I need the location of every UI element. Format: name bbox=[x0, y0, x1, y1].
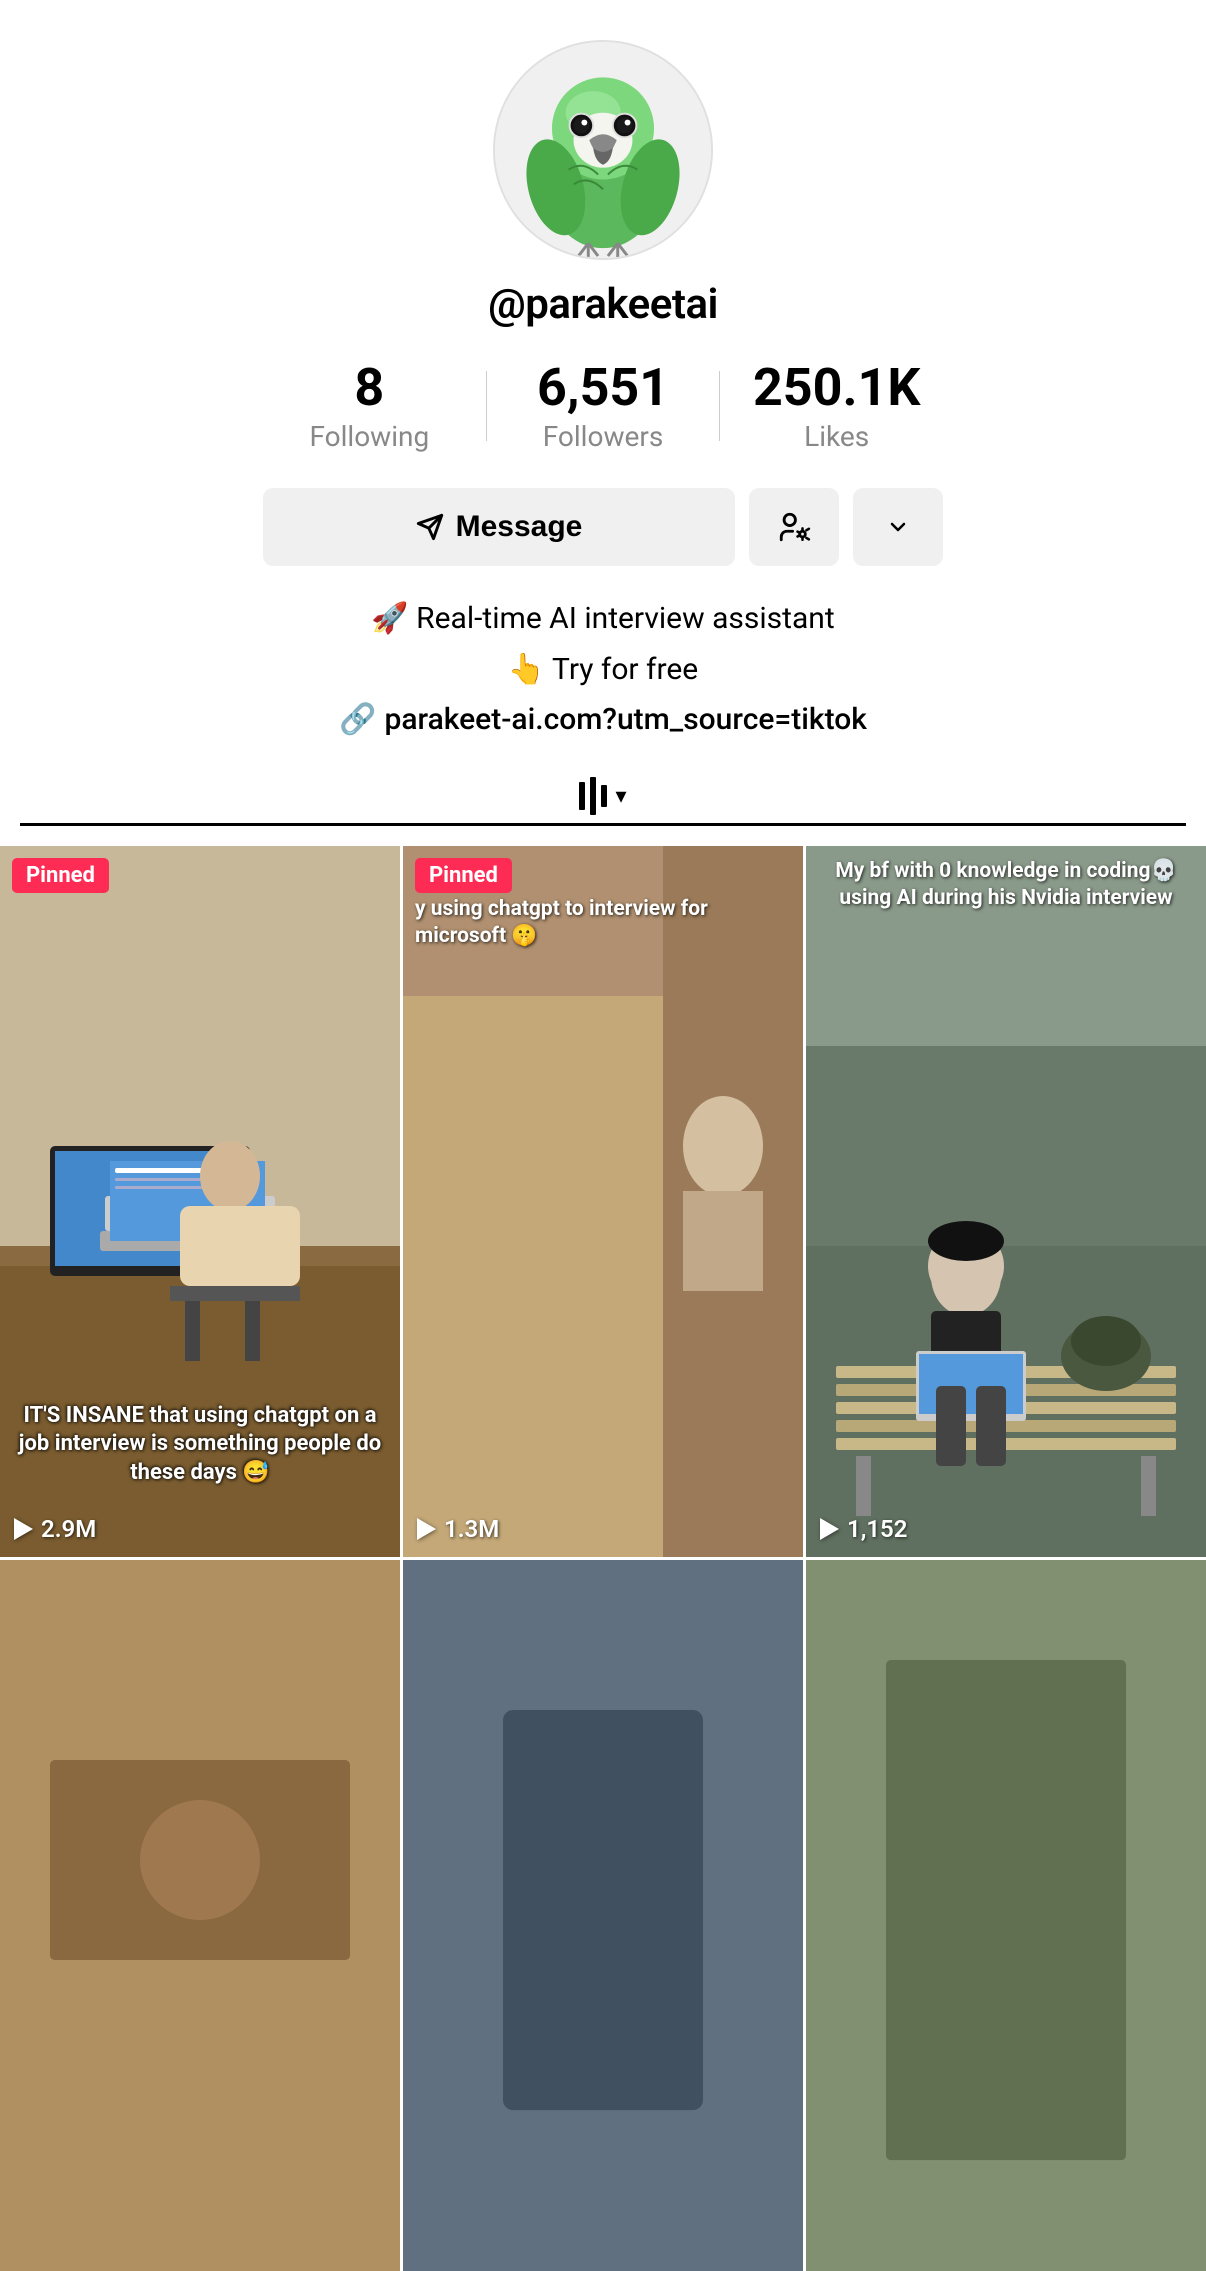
avatar[interactable] bbox=[493, 40, 713, 260]
following-count: 8 bbox=[354, 359, 384, 416]
video-item-6[interactable] bbox=[806, 1560, 1206, 2271]
play-icon-1 bbox=[14, 1518, 33, 1540]
video-item-2[interactable]: Pinned y using chatgpt to interview for … bbox=[403, 846, 803, 1557]
video-caption-3: My bf with 0 knowledge in coding💀 using … bbox=[818, 858, 1194, 913]
action-buttons: Message bbox=[263, 488, 943, 566]
bar-2 bbox=[590, 777, 596, 815]
bio-section: 🚀 Real-time AI interview assistant 👆 Try… bbox=[309, 596, 897, 737]
play-icon-3 bbox=[820, 1518, 839, 1540]
more-options-button[interactable] bbox=[853, 488, 943, 566]
tab-bar: ▾ bbox=[20, 757, 1186, 826]
follow-settings-button[interactable] bbox=[749, 488, 839, 566]
bar-3 bbox=[601, 785, 607, 807]
bar-1 bbox=[579, 782, 585, 810]
video-caption-1: IT'S INSANE that using chatgpt on a job … bbox=[12, 1402, 388, 1488]
video-item-1[interactable]: Pinned IT'S INSANE that using chatgpt on… bbox=[0, 846, 400, 1557]
video-grid: Pinned IT'S INSANE that using chatgpt on… bbox=[0, 846, 1206, 2271]
likes-count: 250.1K bbox=[753, 359, 920, 416]
following-label: Following bbox=[309, 420, 429, 453]
bio-line-2: 👆 Try for free bbox=[339, 647, 867, 692]
chevron-down-icon bbox=[886, 515, 910, 539]
bio-line-1: 🚀 Real-time AI interview assistant bbox=[339, 596, 867, 641]
send-icon bbox=[416, 513, 444, 541]
pinned-badge-2: Pinned bbox=[415, 858, 512, 893]
pinned-badge-1: Pinned bbox=[12, 858, 109, 893]
tab-grid[interactable] bbox=[579, 777, 607, 815]
play-count-2: 1.3M bbox=[417, 1515, 499, 1543]
message-button[interactable]: Message bbox=[263, 488, 735, 566]
stat-followers[interactable]: 6,551 Followers bbox=[487, 359, 720, 453]
video-item-3[interactable]: My bf with 0 knowledge in coding💀 using … bbox=[806, 846, 1206, 1557]
video-item-4[interactable] bbox=[0, 1560, 400, 2271]
link-icon: 🔗 bbox=[339, 702, 376, 737]
play-icon-2 bbox=[417, 1518, 436, 1540]
bio-link[interactable]: 🔗 parakeet-ai.com?utm_source=tiktok bbox=[339, 702, 867, 737]
video-item-5[interactable] bbox=[403, 1560, 803, 2271]
stat-following[interactable]: 8 Following bbox=[253, 359, 486, 453]
stat-likes[interactable]: 250.1K Likes bbox=[720, 359, 953, 453]
person-settings-icon bbox=[777, 510, 811, 544]
username: @parakeetai bbox=[488, 280, 718, 329]
video-caption-2: y using chatgpt to interview for microso… bbox=[415, 896, 791, 951]
followers-count: 6,551 bbox=[537, 359, 669, 416]
play-count-3: 1,152 bbox=[820, 1515, 907, 1543]
stats-row: 8 Following 6,551 Followers 250.1K Likes bbox=[253, 359, 953, 453]
link-url: parakeet-ai.com?utm_source=tiktok bbox=[384, 702, 866, 737]
followers-label: Followers bbox=[543, 420, 664, 453]
tab-chevron-icon[interactable]: ▾ bbox=[615, 784, 626, 809]
profile-header: @parakeetai 8 Following 6,551 Followers … bbox=[0, 0, 1206, 846]
play-count-1: 2.9M bbox=[14, 1515, 96, 1543]
likes-label: Likes bbox=[804, 420, 869, 453]
